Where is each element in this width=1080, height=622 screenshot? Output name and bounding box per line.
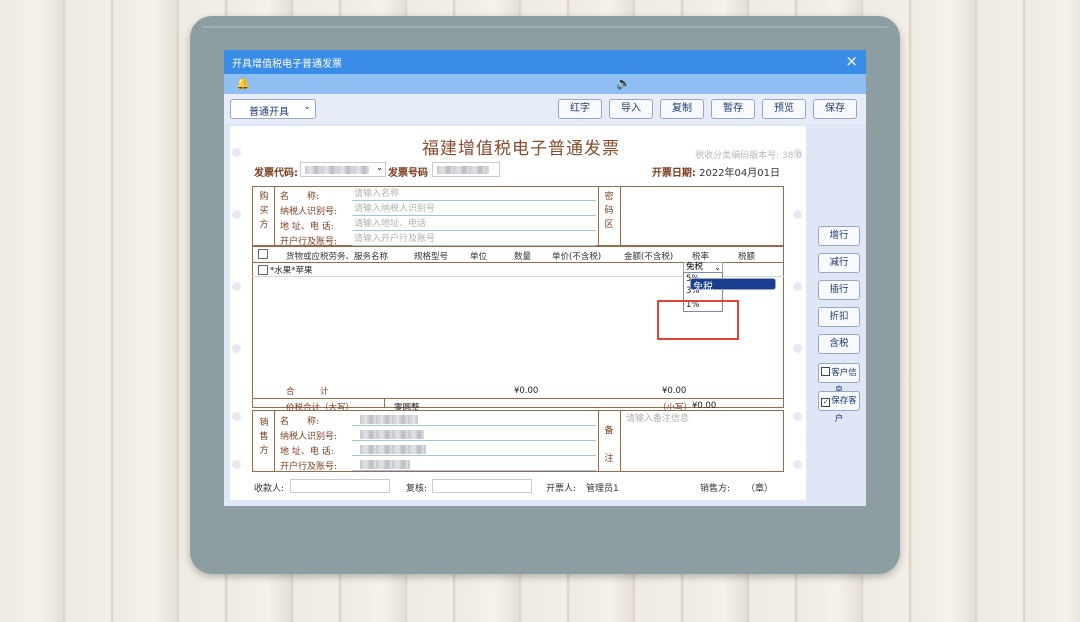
issuer-label: 开票人: bbox=[546, 484, 577, 494]
total-tax: ¥0.00 bbox=[662, 386, 687, 396]
paper-hole bbox=[232, 210, 241, 219]
reviewer-input[interactable] bbox=[432, 479, 532, 493]
seller-section-label: 销售方 bbox=[259, 418, 269, 456]
buyer-taxid-input[interactable]: 请输入纳税人识别号 bbox=[352, 203, 596, 216]
customer-info-checkbox[interactable] bbox=[821, 367, 831, 376]
invoice-kind-select[interactable]: 普通开具 ⌄ bbox=[230, 99, 316, 119]
bell-icon[interactable]: 🔔 bbox=[236, 77, 250, 90]
invoice-number-label: 发票号码 bbox=[388, 168, 428, 179]
paper-hole bbox=[793, 412, 802, 421]
seller-bank-label: 开户行及账号: bbox=[280, 462, 338, 472]
seller-address-label: 地 址、电 话: bbox=[280, 447, 334, 457]
payee-label: 收款人: bbox=[254, 484, 285, 494]
chevron-down-icon: ⌄ bbox=[714, 263, 721, 272]
col-quantity: 数量 bbox=[514, 252, 532, 262]
discount-button[interactable]: 折扣 bbox=[818, 307, 860, 327]
buyer-section-label: 购买方 bbox=[259, 192, 269, 230]
col-spec: 规格型号 bbox=[414, 252, 449, 262]
seller-address-input[interactable] bbox=[352, 443, 596, 456]
seller-name-label: 名 称: bbox=[280, 417, 320, 427]
paper-hole bbox=[232, 282, 241, 291]
col-tax-rate: 税率 bbox=[692, 252, 710, 262]
invoice-date: 开票日期: 2022年04月01日 bbox=[652, 164, 780, 179]
reviewer-label: 复核: bbox=[406, 484, 428, 494]
window-title: 开具增值税电子普通发票 bbox=[232, 59, 342, 70]
insert-row-button[interactable]: 插行 bbox=[818, 280, 860, 300]
red-invoice-button[interactable]: 红字 bbox=[558, 99, 602, 119]
tax-rate-value: 免税 bbox=[686, 262, 704, 272]
version-text: 税收分类编码版本号: 38.0 bbox=[695, 151, 802, 161]
cipher-section-label: 密码区 bbox=[604, 192, 614, 230]
import-button[interactable]: 导入 bbox=[609, 99, 653, 119]
table-header-row: 货物或应税劳务、服务名称 规格型号 单位 数量 单价(不含税) 金额(不含税) … bbox=[230, 246, 806, 262]
col-amount: 金额(不含税) bbox=[624, 252, 674, 262]
payee-input[interactable] bbox=[290, 479, 390, 493]
seller-seal-label: 销售方: bbox=[700, 484, 731, 494]
total-label: 合 计 bbox=[286, 387, 329, 397]
invoice-title: 福建增值税电子普通发票 bbox=[422, 139, 620, 159]
copy-button[interactable]: 复制 bbox=[660, 99, 704, 119]
remarks-section-label: 备注 bbox=[604, 426, 614, 464]
invoice-code-field[interactable]: ⌄ bbox=[300, 162, 386, 177]
col-tax: 税额 bbox=[738, 252, 756, 262]
paper-hole bbox=[793, 210, 802, 219]
save-customer-label: 保存客户 bbox=[831, 396, 857, 424]
close-icon[interactable]: × bbox=[845, 52, 858, 70]
save-customer-toggle[interactable]: ✓ 保存客户 bbox=[818, 391, 860, 424]
highlight-box bbox=[657, 300, 739, 340]
invoice-kind-value: 普通开具 bbox=[249, 107, 289, 118]
issuer-value: 管理员1 bbox=[586, 484, 619, 494]
paper-hole bbox=[232, 412, 241, 421]
remove-row-button[interactable]: 减行 bbox=[818, 253, 860, 273]
buyer-taxid-label: 纳税人识别号: bbox=[280, 207, 338, 217]
save-button[interactable]: 保存 bbox=[813, 99, 857, 119]
temp-save-button[interactable]: 暂存 bbox=[711, 99, 755, 119]
save-customer-checkbox[interactable]: ✓ bbox=[821, 398, 831, 407]
invoice-code-label: 发票代码: bbox=[254, 168, 298, 179]
tax-included-button[interactable]: 含税 bbox=[818, 334, 860, 354]
paper-hole bbox=[232, 148, 241, 157]
invoice-window: 开具增值税电子普通发票 × 🔔 🔈 普通开具 ⌄ 红字 导入 复制 暂存 预览 … bbox=[224, 50, 866, 506]
buyer-name-input[interactable]: 请输入名称 bbox=[352, 188, 596, 201]
seller-name-input[interactable] bbox=[352, 413, 596, 426]
col-name: 货物或应税劳务、服务名称 bbox=[286, 252, 389, 262]
remarks-input[interactable]: 请输入备注信息 bbox=[624, 413, 780, 426]
col-unit: 单位 bbox=[470, 252, 488, 262]
seller-taxid-label: 纳税人识别号: bbox=[280, 432, 338, 442]
speaker-icon[interactable]: 🔈 bbox=[616, 76, 631, 90]
total-amount: ¥0.00 bbox=[514, 386, 539, 396]
date-label: 开票日期: bbox=[651, 168, 696, 179]
invoice-number-field[interactable] bbox=[432, 162, 500, 177]
item-name[interactable]: *水果*苹果 bbox=[270, 264, 313, 276]
buyer-address-input[interactable]: 请输入地址、电话 bbox=[352, 218, 596, 231]
seller-taxid-input[interactable] bbox=[352, 428, 596, 441]
notice-bar: 🔔 🔈 bbox=[224, 74, 866, 94]
title-bar: 开具增值税电子普通发票 × bbox=[224, 50, 866, 74]
paper-hole bbox=[793, 282, 802, 291]
chevron-down-icon: ⌄ bbox=[303, 102, 311, 112]
row-checkbox[interactable] bbox=[258, 265, 268, 275]
paper-hole bbox=[793, 460, 802, 469]
chevron-down-icon: ⌄ bbox=[376, 163, 383, 172]
tax-rate-option-exempt[interactable]: 免税 bbox=[690, 278, 776, 293]
buyer-address-label: 地 址、电 话: bbox=[280, 222, 334, 232]
buyer-name-label: 名 称: bbox=[280, 192, 320, 202]
add-row-button[interactable]: 增行 bbox=[818, 226, 860, 246]
paper-hole bbox=[793, 344, 802, 353]
preview-button[interactable]: 预览 bbox=[762, 99, 806, 119]
seal-text: （章） bbox=[746, 484, 774, 494]
buyer-bank-input[interactable]: 请输入开户行及账号 bbox=[352, 233, 596, 246]
date-value: 2022年04月01日 bbox=[699, 168, 780, 179]
seller-bank-input[interactable] bbox=[352, 458, 596, 471]
paper-hole bbox=[232, 460, 241, 469]
col-unit-price: 单价(不含税) bbox=[552, 252, 602, 262]
paper-hole bbox=[232, 344, 241, 353]
toolbar: 普通开具 ⌄ 红字 导入 复制 暂存 预览 保存 bbox=[224, 94, 866, 124]
customer-info-toggle[interactable]: 客户信息 bbox=[818, 363, 860, 396]
